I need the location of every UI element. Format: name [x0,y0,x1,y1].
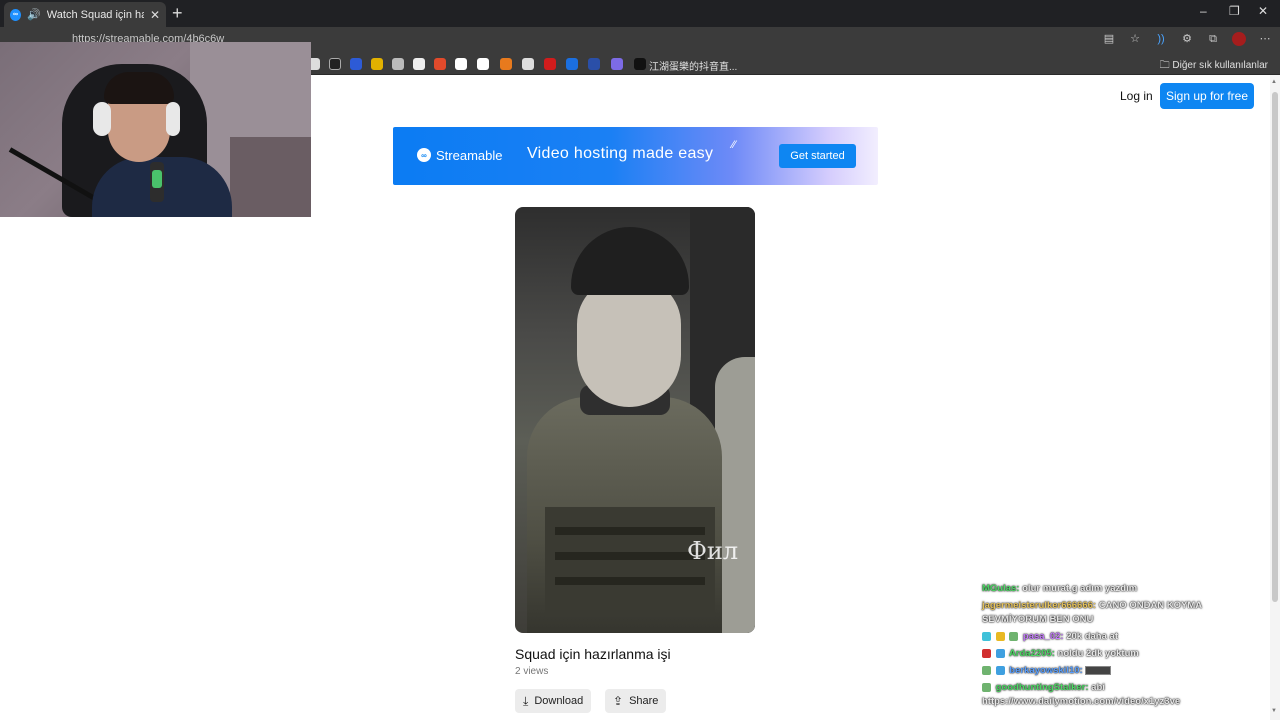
get-started-button[interactable]: Get started [779,144,856,168]
streamable-ad-banner[interactable]: ∞ Streamable Video hosting made easy ⁄⁄ … [393,127,878,185]
bookmark-icon[interactable] [566,58,578,70]
chat-message: goodhuntingStalker: abi https://www.dail… [982,681,1252,709]
screen: ∞ 🔊 Watch Squad için hazırlanma ✕ + – ❐ … [0,0,1280,720]
chat-badge-icon [982,648,991,658]
download-label: Download [534,695,584,707]
chat-badge-icon [982,631,991,641]
streamable-icon: ∞ [10,8,22,21]
tab-title: Watch Squad için hazırlanma [46,8,144,21]
other-favorites-folder[interactable]: 🗀 Diğer sık kullanılanlar [1160,58,1268,75]
bookmark-icon[interactable] [588,58,600,70]
bookmark-icon[interactable] [544,58,556,70]
chat-badge-icon [995,665,1005,675]
collections-icon[interactable]: ⧉ [1206,32,1220,46]
streamable-logo-icon: ∞ [417,148,431,162]
reddit-icon[interactable] [434,58,446,70]
microphone-light [152,170,162,188]
bookmark-tiktok-live[interactable]: 江湖蛋樂的抖音直... [649,58,737,73]
vest-strap [555,527,705,535]
bookmark-icon[interactable] [522,58,534,70]
bookmark-icon[interactable] [611,58,623,70]
scrollbar-thumb[interactable] [1272,92,1278,602]
video-subject-face [577,277,681,407]
chat-badge-icon [995,631,1005,641]
browser-tab[interactable]: ∞ 🔊 Watch Squad için hazırlanma ✕ [4,2,166,27]
bookmark-icon[interactable] [350,58,362,70]
profile-avatar[interactable] [1232,32,1246,46]
chat-badge-icon [982,682,991,692]
headset-icon [93,102,111,136]
download-icon: ⤓ [523,693,529,708]
chat-message: berkayowskil10: [982,664,1252,678]
scroll-up-arrow-icon[interactable]: ▲ [1271,79,1277,85]
video-overlay-text: Фил [687,537,739,565]
share-button[interactable]: ⇪ Share [605,689,667,713]
video-player[interactable]: Фил [515,207,755,633]
login-link[interactable]: Log in [1120,89,1153,103]
folder-label: Diğer sık kullanılanlar [1172,60,1268,71]
chat-message: jagermeisterulker666666: CANO ONDAN KOYM… [982,599,1252,627]
vest-strap [555,577,705,585]
chat-text: noldu 2dk yoktum [1057,648,1139,659]
download-button[interactable]: ⤓ Download [515,689,592,713]
webcam-background [230,137,311,217]
banner-headline: Video hosting made easy [527,145,714,162]
bookmark-icon[interactable] [455,58,467,70]
share-label: Share [629,695,659,707]
toolbar-icons: ▤ ☆ )) ⚙ ⧉ ⋯ [1102,32,1272,46]
new-tab-button[interactable]: + [172,3,183,24]
bookmark-icon[interactable] [500,58,512,70]
vest-strap [555,552,705,560]
chat-username: berkayowskil10: [1009,665,1083,676]
chat-username: MGulas: [982,583,1020,594]
view-count: 2 views [515,666,549,677]
read-aloud-icon[interactable]: )) [1154,32,1168,46]
chat-username: goodhuntingStalker: [995,682,1089,693]
speaker-icon[interactable]: 🔊 [27,8,41,21]
chat-username: pasa_02: [1022,631,1064,642]
chat-badge-icon [982,665,991,675]
amazon-icon[interactable] [477,58,489,70]
restore-button[interactable]: ❐ [1229,4,1240,18]
chat-emote-image [1085,665,1112,675]
chat-badge-icon [1009,631,1019,641]
close-tab-icon[interactable]: ✕ [150,8,160,22]
video-title: Squad için hazırlanma işi [515,646,671,662]
chat-text: olur murat.g adım yazdım [1022,583,1138,594]
tiktok-icon[interactable] [634,58,646,70]
streamer-webcam [0,42,311,217]
browser-tab-strip: ∞ 🔊 Watch Squad için hazırlanma ✕ + – ❐ … [0,0,1280,27]
stream-chat-overlay: MGulas: olur murat.g adım yazdım jagerme… [982,582,1252,712]
share-icon: ⇪ [613,694,624,708]
bookmark-icon[interactable] [371,58,383,70]
chat-message: pasa_02: 20k daha at [982,630,1252,644]
close-window-button[interactable]: ✕ [1258,4,1268,18]
chat-username: jagermeisterulker666666: [982,600,1097,611]
minimize-button[interactable]: – [1200,4,1207,18]
chat-username: Arda2205: [1008,648,1055,659]
signup-button[interactable]: Sign up for free [1160,83,1254,109]
scroll-down-arrow-icon[interactable]: ▼ [1271,708,1277,714]
x-icon[interactable] [329,58,341,70]
favorite-star-icon[interactable]: ☆ [1128,32,1142,46]
headset-icon [166,102,180,136]
sparkle-icon: ⁄⁄ [732,139,736,151]
chat-message: MGulas: olur murat.g adım yazdım [982,582,1252,596]
streamer-hair [104,72,174,104]
chat-badge-icon [995,648,1005,658]
video-subject-cap [571,227,689,295]
reader-view-icon[interactable]: ▤ [1102,32,1116,46]
chat-message: Arda2205: noldu 2dk yoktum [982,647,1252,661]
extensions-icon[interactable]: ⚙ [1180,32,1194,46]
bookmark-icon[interactable] [392,58,404,70]
bookmark-icon[interactable] [413,58,425,70]
chat-text: 20k daha at [1066,631,1118,642]
banner-brand: Streamable [436,148,503,163]
more-menu-icon[interactable]: ⋯ [1258,32,1272,46]
